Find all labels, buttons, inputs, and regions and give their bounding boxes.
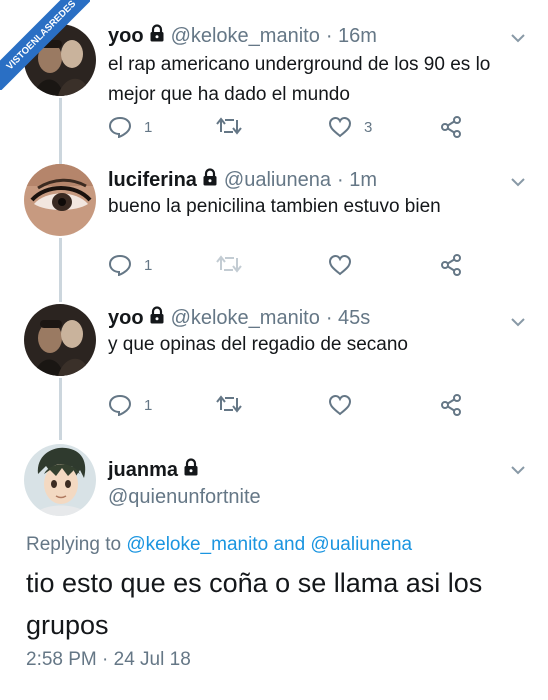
- share-icon: [441, 254, 461, 276]
- reply-count: 1: [144, 256, 153, 274]
- avatar[interactable]: [24, 444, 96, 516]
- replying-and: and: [273, 534, 306, 555]
- share-button[interactable]: [440, 394, 462, 416]
- display-name[interactable]: juanma: [108, 459, 178, 482]
- watermark-banner: VISTOENLASREDES: [0, 0, 90, 90]
- chevron-down-icon[interactable]: [510, 30, 526, 48]
- avatar[interactable]: [24, 304, 96, 376]
- retweet-icon: [216, 117, 242, 135]
- share-button[interactable]: [440, 116, 462, 138]
- heart-icon: [328, 254, 352, 276]
- tweet-time[interactable]: · 1m: [337, 169, 377, 192]
- tweet-text: tio esto que es coña o se llama asi los …: [26, 568, 483, 640]
- reply-icon: [108, 254, 132, 276]
- retweet-button[interactable]: [216, 394, 254, 414]
- share-icon: [441, 394, 461, 416]
- tweet-time[interactable]: · 16m: [326, 25, 377, 48]
- reply-count: 1: [144, 396, 153, 414]
- user-handle[interactable]: @quienunfortnite: [108, 486, 261, 509]
- replying-to: Replying to @keloke_manito and @ualiunen…: [26, 534, 412, 556]
- tweet-time[interactable]: · 45s: [326, 307, 370, 330]
- display-name[interactable]: yoo: [108, 307, 144, 330]
- lock-icon: [149, 24, 165, 48]
- like-button[interactable]: 3: [328, 116, 372, 138]
- lock-icon: [183, 458, 199, 482]
- tweet-header: juanma: [108, 458, 205, 482]
- chevron-down-icon[interactable]: [510, 462, 526, 480]
- user-handle[interactable]: @keloke_manito: [171, 307, 320, 330]
- retweet-icon: [216, 255, 242, 273]
- like-button[interactable]: [328, 394, 364, 416]
- reply-button[interactable]: 1: [108, 394, 152, 416]
- heart-icon: [328, 116, 352, 138]
- tweet-actions: 1: [108, 254, 488, 278]
- display-name[interactable]: yoo: [108, 25, 144, 48]
- like-count: 3: [364, 118, 373, 136]
- user-handle[interactable]: @keloke_manito: [171, 25, 320, 48]
- reply-count: 1: [144, 118, 153, 136]
- reply-button[interactable]: 1: [108, 254, 152, 276]
- display-name[interactable]: luciferina: [108, 169, 197, 192]
- user-handle[interactable]: @ualiunena: [224, 169, 331, 192]
- tweet[interactable]: luciferina @ualiunena · 1m bueno la peni…: [0, 140, 548, 290]
- reply-icon: [108, 394, 132, 416]
- mention-link[interactable]: @keloke_manito: [126, 534, 268, 555]
- lock-icon: [202, 168, 218, 192]
- tweet-text: y que opinas del regadio de secano: [108, 334, 409, 355]
- tweet-actions: 1: [108, 394, 488, 418]
- like-button[interactable]: [328, 254, 364, 276]
- heart-icon: [328, 394, 352, 416]
- lock-icon: [149, 306, 165, 330]
- share-icon: [441, 116, 461, 138]
- reply-icon: [108, 116, 132, 138]
- tweet-timestamp[interactable]: 2:58 PM · 24 Jul 18: [26, 649, 191, 671]
- tweet-text: bueno la penicilina tambien estuvo bien: [108, 196, 441, 217]
- mention-link[interactable]: @ualiunena: [310, 534, 412, 555]
- watermark-text: VISTOENLASREDES: [0, 0, 90, 90]
- tweet-header: luciferina @ualiunena · 1m: [108, 168, 377, 192]
- main-tweet: juanma @quienunfortnite Replying to @kel…: [0, 430, 548, 700]
- retweet-button[interactable]: [216, 254, 254, 274]
- replying-prefix: Replying to: [26, 534, 122, 555]
- tweet-header-handle: @quienunfortnite: [108, 486, 261, 509]
- retweet-button[interactable]: [216, 116, 254, 136]
- tweet[interactable]: yoo @keloke_manito · 45s y que opinas de…: [0, 280, 548, 430]
- tweet-header: yoo @keloke_manito · 16m: [108, 24, 377, 48]
- tweet-actions: 1 3: [108, 116, 488, 140]
- retweet-icon: [216, 395, 242, 413]
- share-button[interactable]: [440, 254, 462, 276]
- chevron-down-icon[interactable]: [510, 174, 526, 192]
- tweet-text: el rap americano underground de los 90 e…: [108, 54, 491, 105]
- avatar[interactable]: [24, 164, 96, 236]
- tweet-header: yoo @keloke_manito · 45s: [108, 306, 370, 330]
- reply-button[interactable]: 1: [108, 116, 152, 138]
